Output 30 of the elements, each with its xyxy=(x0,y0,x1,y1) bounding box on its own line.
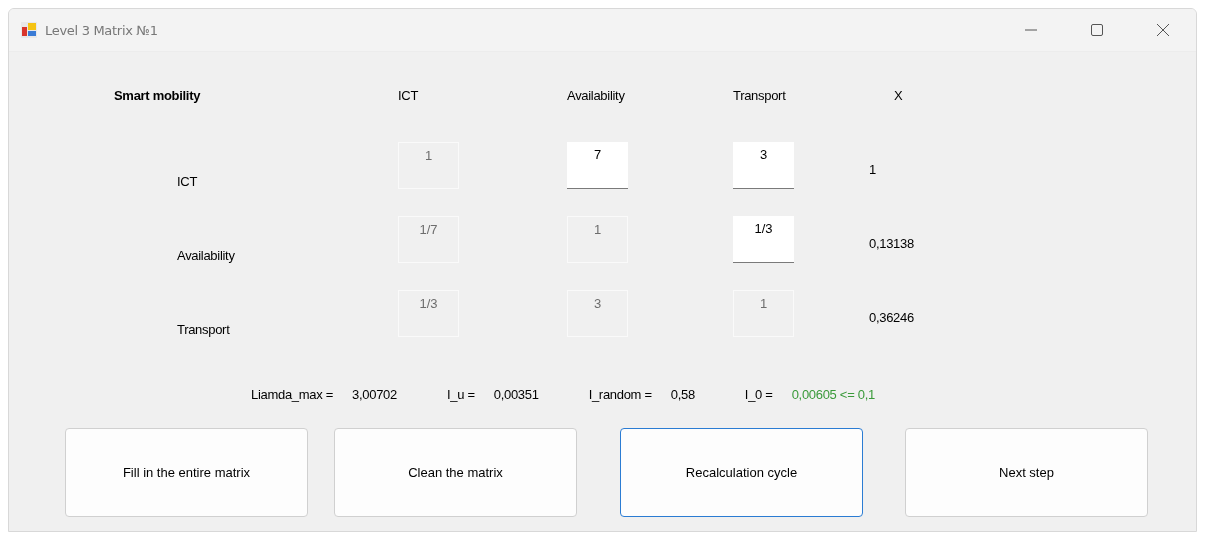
row-label: Transport xyxy=(177,322,231,338)
app-icon xyxy=(21,22,37,38)
row-label: Availability xyxy=(177,248,236,264)
close-icon[interactable] xyxy=(1156,23,1170,37)
weight-value: 1 xyxy=(869,162,877,178)
matrix-input[interactable]: 3 xyxy=(733,142,794,189)
action-button[interactable]: Fill in the entire matrix xyxy=(65,428,308,517)
stat-value: 3,00702 xyxy=(352,387,397,403)
stat-value: 0,00351 xyxy=(493,387,539,403)
action-button[interactable]: Next step xyxy=(905,428,1148,517)
stat-label: I_random = xyxy=(588,387,652,403)
weight-value: 0,13138 xyxy=(869,236,915,252)
column-header: X xyxy=(893,88,904,104)
column-header: Availability xyxy=(567,88,626,104)
action-button[interactable]: Clean the matrix xyxy=(334,428,577,517)
stat-label: I_0 = xyxy=(744,387,773,403)
matrix-title: Smart mobility xyxy=(114,88,202,104)
stat-value: 0,00605 <= 0,1 xyxy=(791,387,875,403)
weight-value: 0,36246 xyxy=(869,310,915,326)
stat-label: I_u = xyxy=(446,387,475,403)
maximize-icon[interactable] xyxy=(1090,23,1104,37)
column-header: Transport xyxy=(733,88,787,104)
column-header: ICT xyxy=(398,88,420,104)
stat-value: 0,58 xyxy=(670,387,695,403)
row-label: ICT xyxy=(177,174,199,190)
matrix-input[interactable]: 1/3 xyxy=(733,216,794,263)
matrix-input[interactable]: 7 xyxy=(567,142,628,189)
stat-label: Liamda_max = xyxy=(251,387,334,403)
action-button[interactable]: Recalculation cycle xyxy=(620,428,863,517)
window-title: Level 3 Matrix №1 xyxy=(45,22,159,38)
